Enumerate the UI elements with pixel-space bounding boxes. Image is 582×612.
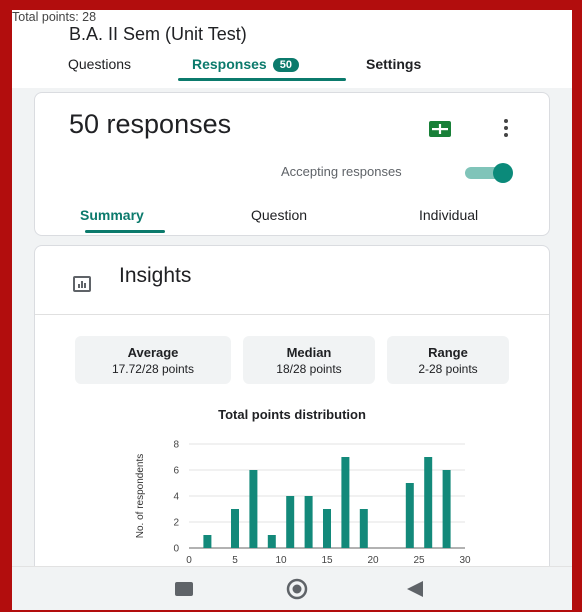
bar (359, 509, 368, 548)
android-nav-bar (12, 566, 572, 610)
active-subtab-indicator (85, 230, 165, 233)
bar-chart-icon (73, 276, 91, 292)
form-title: B.A. II Sem (Unit Test) (69, 24, 247, 44)
active-tab-indicator (178, 78, 346, 81)
bar (405, 483, 414, 548)
y-axis-label: No. of respondents (135, 454, 146, 539)
x-tick-label: 15 (321, 555, 333, 566)
y-tick-label: 4 (173, 492, 179, 503)
y-tick-label: 6 (173, 466, 179, 477)
app-frame: B.A. II Sem (Unit Test) Questions Respon… (12, 10, 572, 610)
x-tick-label: 20 (367, 555, 379, 566)
stat-range-label: Range (428, 345, 468, 360)
more-vert-icon[interactable] (501, 117, 511, 139)
x-tick-label: 5 (232, 555, 238, 566)
responses-count-badge: 50 (272, 58, 299, 72)
bar (203, 535, 212, 548)
x-tick-label: 25 (413, 555, 425, 566)
back-icon[interactable] (406, 580, 424, 598)
x-tick-label: 30 (459, 555, 471, 566)
x-tick-label: 10 (275, 555, 287, 566)
subtab-question[interactable]: Question (251, 207, 307, 223)
sheets-icon[interactable] (429, 121, 451, 137)
insights-card: Insights Average 17.72/28 points Median … (34, 245, 550, 579)
stat-median-value: 18/28 points (276, 362, 342, 376)
responses-card: 50 responses Accepting responses Summary… (34, 92, 550, 236)
bar (286, 496, 295, 548)
home-icon[interactable] (286, 578, 308, 600)
y-tick-label: 2 (173, 518, 179, 529)
bar (323, 509, 331, 548)
stat-range: Range 2-28 points (387, 336, 509, 384)
subtab-summary[interactable]: Summary (80, 207, 144, 223)
bar (341, 457, 350, 548)
accepting-responses-toggle[interactable] (463, 163, 515, 183)
stat-average-value: 17.72/28 points (111, 362, 195, 376)
stat-range-value: 2-28 points (418, 362, 478, 376)
stat-average: Average 17.72/28 points (75, 336, 231, 384)
tab-responses-label: Responses (192, 56, 267, 72)
total-points: Total points: 28 (12, 10, 97, 24)
tab-responses[interactable]: Responses 50 (192, 56, 299, 72)
accepting-responses-label: Accepting responses (281, 164, 402, 179)
bar (267, 535, 276, 548)
chart-title: Total points distribution (218, 407, 366, 422)
stat-median: Median 18/28 points (243, 336, 375, 384)
x-tick-label: 0 (186, 555, 192, 566)
insights-divider (35, 314, 549, 315)
bar (249, 470, 258, 548)
toggle-thumb (493, 163, 513, 183)
bar (231, 509, 239, 548)
tab-questions[interactable]: Questions (68, 56, 131, 72)
points-distribution-chart: 02468051015202530No. of respondentsPoint… (135, 440, 471, 579)
responses-count-title: 50 responses (69, 109, 232, 139)
y-tick-label: 0 (173, 544, 179, 555)
bar (424, 457, 433, 548)
bar (442, 470, 451, 548)
insights-title: Insights (119, 264, 192, 287)
bar (304, 496, 313, 548)
stat-average-label: Average (127, 345, 179, 360)
y-tick-label: 8 (173, 440, 179, 451)
recent-apps-icon[interactable] (175, 582, 193, 596)
subtab-individual[interactable]: Individual (419, 207, 478, 223)
tab-settings[interactable]: Settings (366, 56, 421, 72)
form-header: B.A. II Sem (Unit Test) Questions Respon… (12, 10, 572, 88)
stat-median-label: Median (286, 345, 332, 360)
